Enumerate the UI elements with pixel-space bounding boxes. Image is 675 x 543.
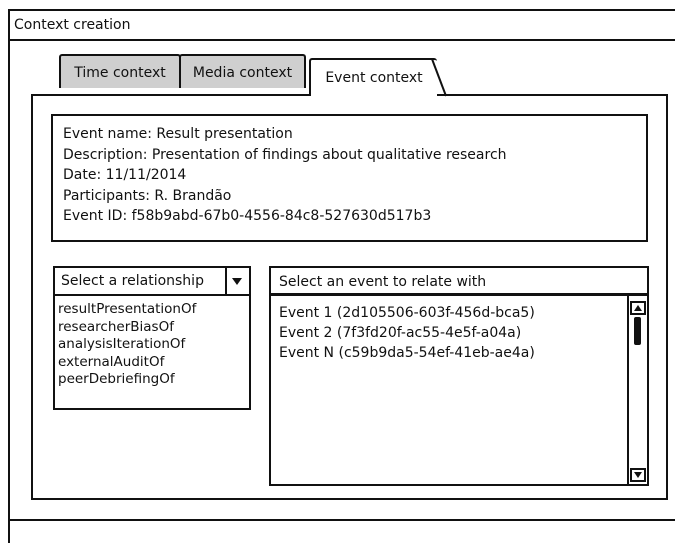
tab-media-context-label: Media context bbox=[192, 65, 293, 81]
event-list-scrollbar[interactable] bbox=[627, 295, 647, 484]
scroll-up-icon bbox=[634, 305, 642, 311]
event-list-item[interactable]: Event 2 (7f3fd20f-ac55-4e5f-a04a) bbox=[279, 323, 647, 343]
scroll-thumb[interactable] bbox=[634, 317, 641, 345]
scroll-up-button[interactable] bbox=[630, 301, 646, 315]
event-id-line: Event ID: f58b9abd-67b0-4556-84c8-527630… bbox=[63, 208, 432, 224]
chevron-down-icon bbox=[232, 278, 242, 285]
tab-time-context-label: Time context bbox=[74, 65, 166, 81]
relationship-options-list: resultPresentationOf researcherBiasOf an… bbox=[53, 296, 251, 410]
relationship-select-label: Select a relationship bbox=[61, 273, 204, 289]
relationship-dropdown-button[interactable] bbox=[225, 268, 249, 294]
relationship-option[interactable]: externalAuditOf bbox=[58, 354, 249, 372]
event-select-header: Select an event to relate with bbox=[269, 266, 649, 296]
event-select-list[interactable]: Event 1 (2d105506-603f-456d-bca5) Event … bbox=[269, 293, 649, 486]
relationship-option[interactable]: resultPresentationOf bbox=[58, 301, 249, 319]
event-list-item[interactable]: Event N (c59b9da5-54ef-41eb-ae4a) bbox=[279, 343, 647, 363]
scroll-down-icon bbox=[634, 472, 642, 478]
event-info-box: Event name: Result presentation Descript… bbox=[51, 114, 648, 242]
relationship-option[interactable]: analysisIterationOf bbox=[58, 336, 249, 354]
title-bar: Context creation bbox=[10, 11, 675, 41]
window-title: Context creation bbox=[14, 17, 131, 33]
window-bottom-divider bbox=[10, 519, 675, 521]
scroll-down-button[interactable] bbox=[630, 468, 646, 482]
tab-time-context[interactable]: Time context bbox=[59, 54, 181, 88]
event-description-line: Description: Presentation of findings ab… bbox=[63, 146, 507, 163]
event-list-item[interactable]: Event 1 (2d105506-603f-456d-bca5) bbox=[279, 303, 647, 323]
relationship-option[interactable]: peerDebriefingOf bbox=[58, 371, 249, 389]
event-name-line: Event name: Result presentation bbox=[63, 126, 293, 142]
tab-media-context[interactable]: Media context bbox=[179, 54, 306, 88]
event-participants-line: Participants: R. Brandão bbox=[63, 187, 232, 204]
relationship-select[interactable]: Select a relationship bbox=[53, 266, 251, 296]
tab-event-context-label: Event context bbox=[325, 70, 423, 86]
tab-edge-decoration bbox=[431, 58, 447, 97]
tab-event-context[interactable]: Event context bbox=[309, 58, 437, 96]
event-date-line: Date: 11/11/2014 bbox=[63, 167, 187, 183]
relationship-option[interactable]: researcherBiasOf bbox=[58, 319, 249, 337]
